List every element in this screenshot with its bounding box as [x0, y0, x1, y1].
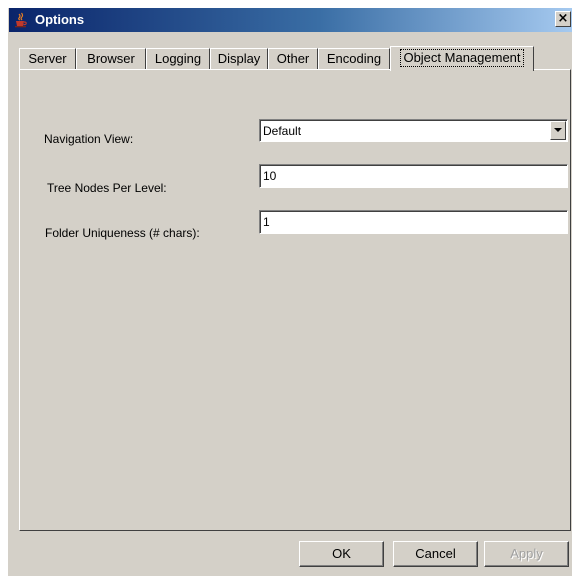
tab-label: Logging	[154, 51, 202, 66]
folder-uniqueness-input[interactable]: 1	[259, 210, 568, 234]
navigation-view-select[interactable]: Default	[259, 119, 568, 142]
tab-label: Display	[217, 51, 261, 66]
dropdown-arrow-button[interactable]	[550, 121, 566, 140]
tree-nodes-per-level-value: 10	[263, 169, 277, 183]
cancel-button[interactable]: Cancel	[393, 541, 478, 567]
tab-label: Server	[28, 51, 67, 66]
navigation-view-label: Navigation View:	[44, 132, 134, 146]
tree-nodes-per-level-label: Tree Nodes Per Level:	[47, 181, 167, 195]
options-dialog: Options × Server Browser Logging Display…	[8, 8, 572, 576]
folder-uniqueness-value: 1	[263, 215, 270, 229]
java-cup-icon	[13, 12, 29, 28]
tab-strip: Server Browser Logging Display Other Enc…	[19, 46, 559, 71]
chevron-down-icon	[554, 128, 562, 132]
tab-label: Browser	[87, 51, 135, 66]
title-bar[interactable]: Options ×	[9, 8, 572, 32]
tab-label: Object Management	[400, 49, 524, 67]
object-management-panel: Navigation View: Default Tree Nodes Per …	[19, 69, 571, 531]
folder-uniqueness-label: Folder Uniqueness (# chars):	[45, 226, 200, 240]
tab-server[interactable]: Server	[19, 48, 76, 70]
tab-encoding[interactable]: Encoding	[318, 48, 390, 70]
apply-button[interactable]: Apply	[484, 541, 569, 567]
window-title: Options	[35, 12, 85, 27]
tab-object-management[interactable]: Object Management	[390, 46, 534, 71]
tree-nodes-per-level-input[interactable]: 10	[259, 164, 568, 188]
tab-logging[interactable]: Logging	[146, 48, 210, 70]
tab-label: Other	[276, 51, 310, 66]
tab-display[interactable]: Display	[210, 48, 268, 70]
ok-button[interactable]: OK	[299, 541, 384, 567]
navigation-view-value: Default	[263, 124, 302, 138]
tab-other[interactable]: Other	[268, 48, 318, 70]
tab-label: Encoding	[326, 51, 382, 66]
close-icon: ×	[557, 11, 569, 26]
close-button[interactable]: ×	[555, 11, 571, 27]
tab-browser[interactable]: Browser	[76, 48, 146, 70]
